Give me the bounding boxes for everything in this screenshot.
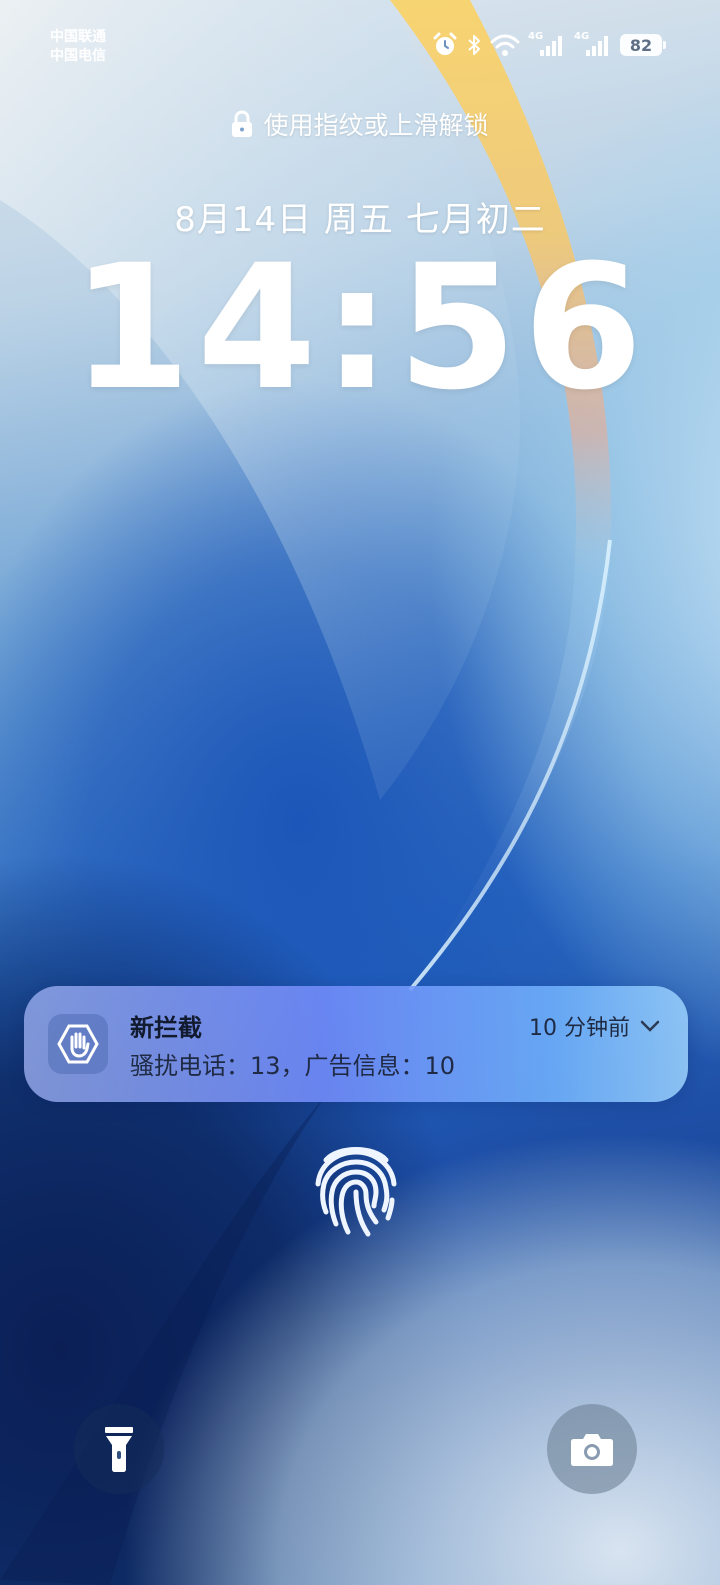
- block-hand-icon: [57, 1024, 99, 1064]
- network-type-1: 4G: [528, 31, 544, 42]
- lock-icon: [232, 110, 253, 137]
- status-bar: 中国联通 中国电信 4G 4G 82: [0, 24, 720, 72]
- signal-4g-icon: 4G: [528, 32, 566, 58]
- lock-screen[interactable]: 中国联通 中国电信 4G 4G 82 使用指纹或上滑解锁 8月14日 周五 七月…: [0, 0, 720, 1585]
- network-type-2: 4G: [574, 31, 590, 42]
- unlock-hint: 使用指纹或上滑解锁: [0, 106, 720, 142]
- wifi-icon: [490, 34, 520, 56]
- notification-time[interactable]: 10 分钟前: [529, 1010, 660, 1042]
- unlock-hint-text: 使用指纹或上滑解锁: [263, 111, 489, 140]
- flashlight-icon: [105, 1427, 133, 1472]
- battery-indicator: 82: [620, 34, 666, 56]
- chevron-down-icon[interactable]: [640, 1019, 660, 1033]
- status-icons: 4G 4G 82: [432, 32, 666, 58]
- bluetooth-icon: [468, 35, 480, 55]
- camera-icon: [571, 1434, 613, 1466]
- battery-level: 82: [629, 35, 653, 55]
- carrier-1: 中国联通: [50, 29, 106, 45]
- carrier-labels: 中国联通 中国电信: [50, 28, 106, 66]
- notification-title: 新拦截: [130, 1014, 202, 1042]
- carrier-2: 中国电信: [50, 48, 106, 64]
- fingerprint-sensor-icon[interactable]: [308, 1140, 404, 1240]
- notification-app-icon: [48, 1014, 108, 1074]
- camera-button[interactable]: [547, 1404, 637, 1494]
- alarm-icon: [433, 32, 457, 55]
- notification-body: 骚扰电话：13，广告信息：10: [130, 1052, 456, 1080]
- notification-card[interactable]: 新拦截 骚扰电话：13，广告信息：10 10 分钟前: [24, 986, 688, 1102]
- notification-time-label: 10 分钟前: [529, 1016, 630, 1041]
- clock-time: 14:56: [71, 227, 649, 428]
- signal-4g-icon: 4G: [574, 32, 612, 58]
- flashlight-button[interactable]: [74, 1404, 164, 1494]
